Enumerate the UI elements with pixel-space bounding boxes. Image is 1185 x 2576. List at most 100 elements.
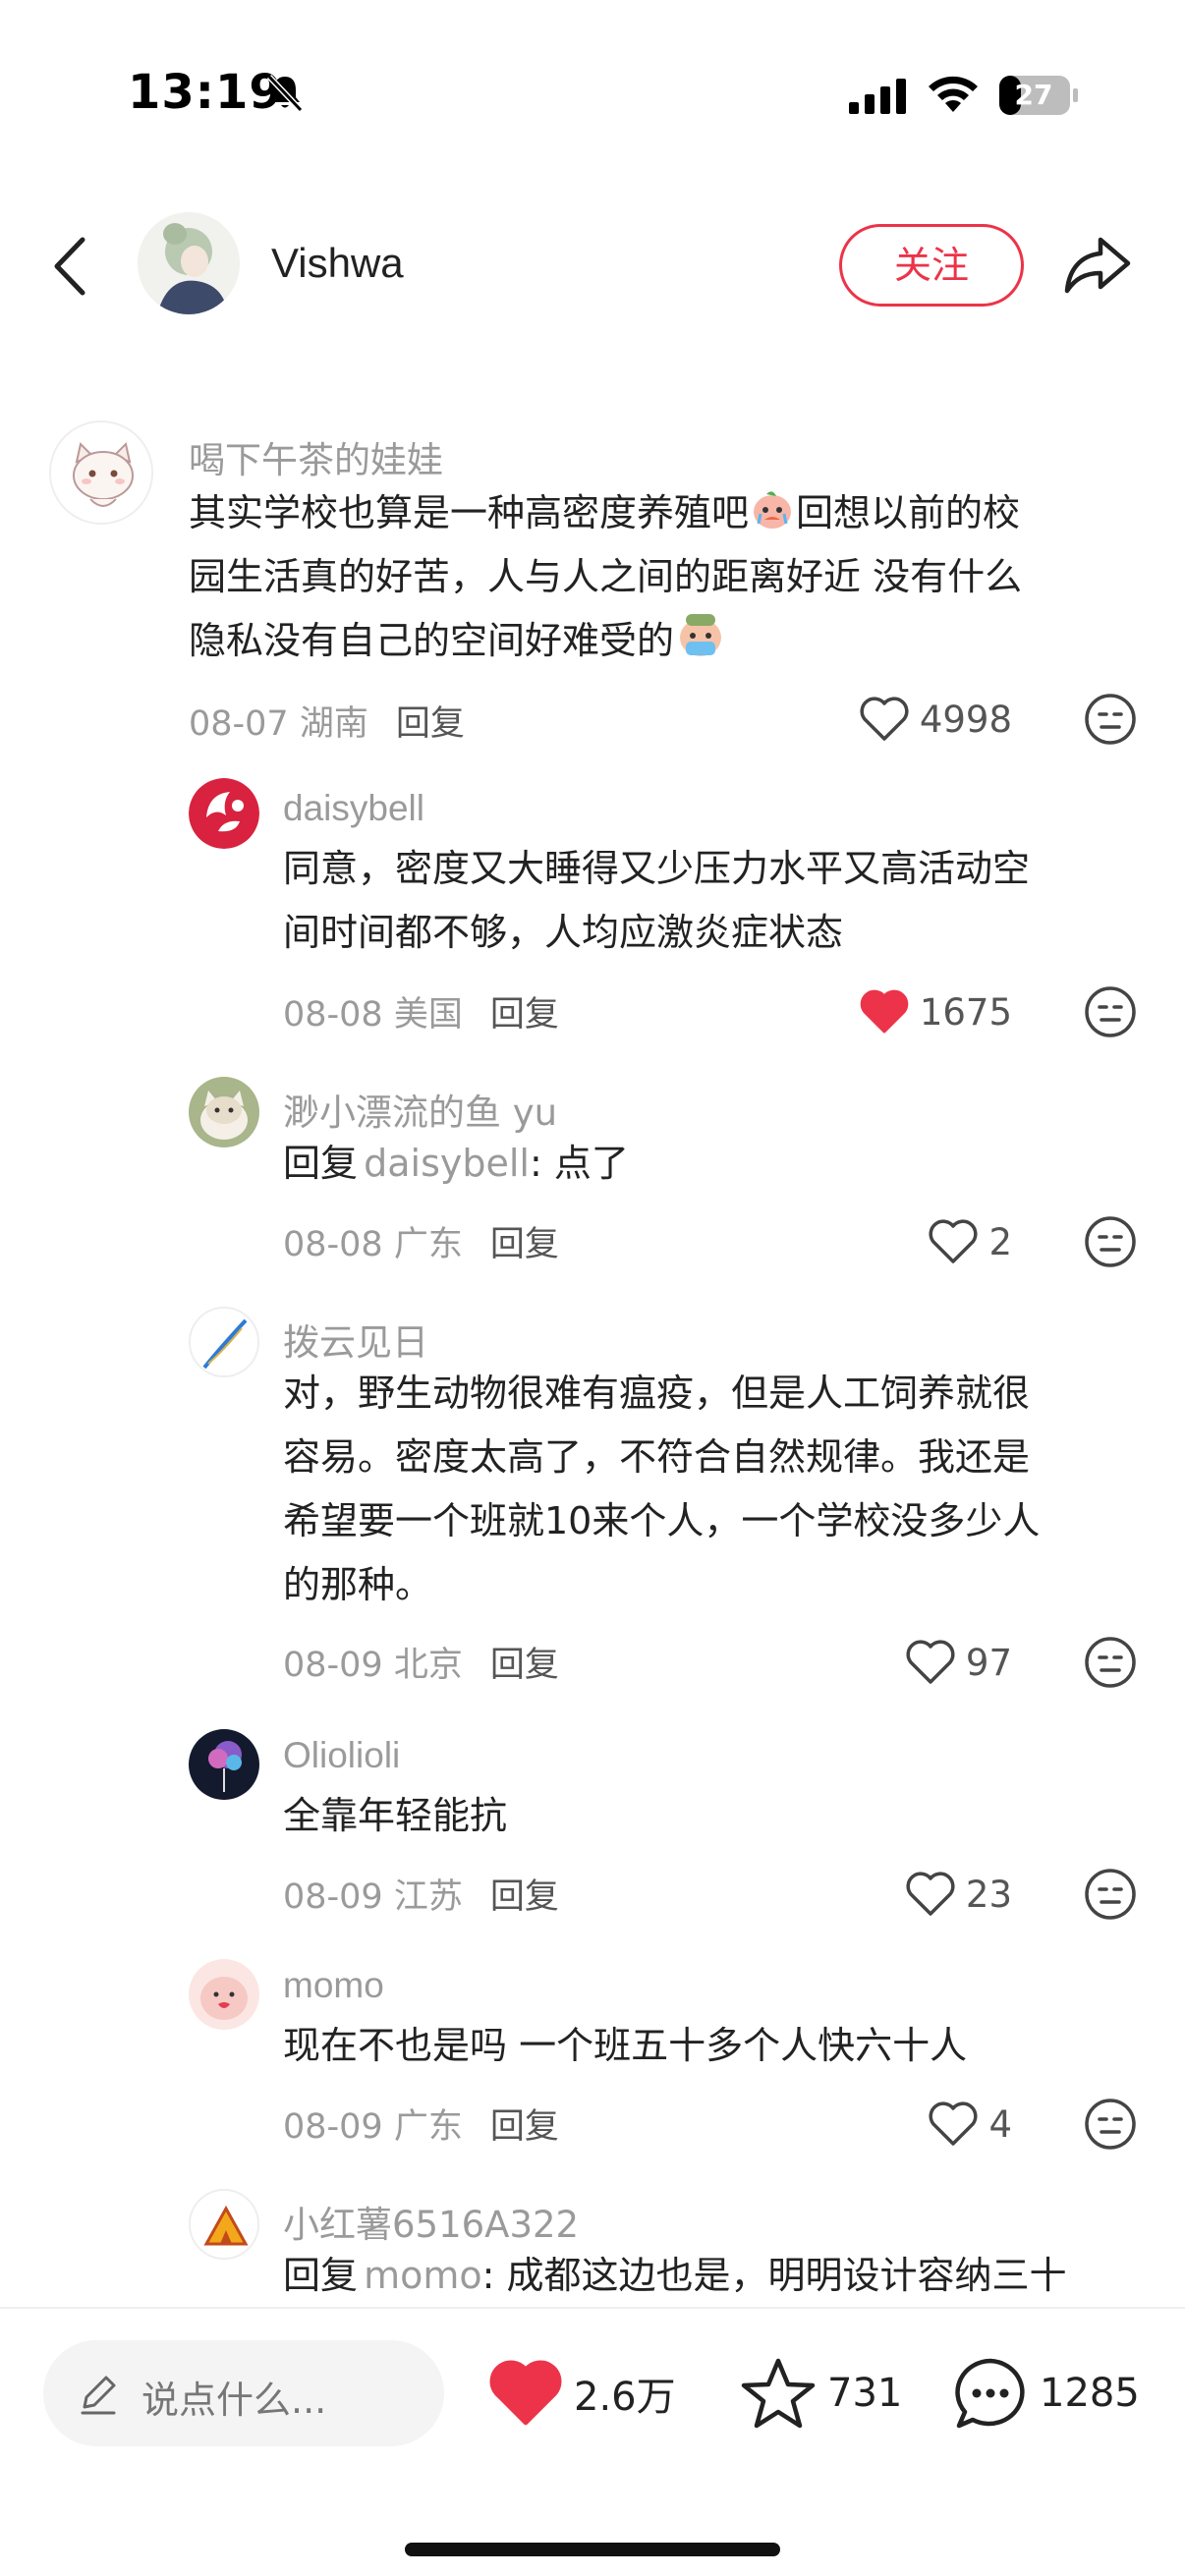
like-count: 4 bbox=[988, 2102, 1012, 2146]
comment-text-line: 间时间都不够，人均应激炎症状态 bbox=[283, 911, 844, 954]
date-location: 08-09 广东 bbox=[283, 2107, 463, 2147]
reply-button[interactable]: 回复 bbox=[490, 2107, 559, 2147]
star-icon bbox=[741, 2358, 816, 2429]
home-indicator[interactable] bbox=[405, 2543, 780, 2556]
like-button[interactable]: 97 bbox=[806, 1633, 1012, 1692]
comment-input-placeholder: 说点什么... bbox=[141, 2379, 327, 2422]
dislike-face-icon[interactable] bbox=[1083, 692, 1138, 747]
avatar[interactable] bbox=[189, 1077, 259, 1148]
status-time: 13:19 bbox=[128, 65, 283, 120]
post-like-count: 2.6万 bbox=[574, 2375, 676, 2420]
date-location: 08-07 湖南 bbox=[189, 704, 368, 744]
comment-meta: 08-09 广东 回复 bbox=[283, 2099, 559, 2149]
wifi-icon bbox=[929, 76, 978, 112]
share-icon[interactable] bbox=[1061, 230, 1134, 299]
comment-text-line: 容易。密度太高了，不符合自然规律。我还是 bbox=[283, 1435, 1031, 1479]
comments-button[interactable]: 1285 bbox=[951, 2348, 1140, 2438]
comment-meta: 08-09 北京 回复 bbox=[283, 1637, 559, 1687]
comment-author[interactable]: 渺小漂流的鱼 yu bbox=[283, 1083, 557, 1136]
date-location: 08-08 美国 bbox=[283, 995, 463, 1035]
cellular-signal-icon bbox=[849, 79, 906, 114]
comment-text-line: 全靠年轻能抗 bbox=[283, 1794, 508, 1837]
dislike-face-icon[interactable] bbox=[1083, 1635, 1138, 1690]
comment-text: 回复 momo: 成都这边也是，明明设计容纳三十 bbox=[283, 2244, 1148, 2307]
like-button[interactable]: 4 bbox=[806, 2095, 1012, 2154]
like-post-button[interactable]: 2.6万 bbox=[487, 2348, 676, 2438]
comment-meta: 08-08 广东 回复 bbox=[283, 1216, 559, 1266]
reply-button[interactable]: 回复 bbox=[490, 995, 559, 1035]
comment-author[interactable]: 小红薯6516A322 bbox=[283, 2195, 579, 2248]
dislike-face-icon[interactable] bbox=[1083, 1214, 1138, 1269]
avatar[interactable] bbox=[189, 1307, 259, 1377]
comment-text: 现在不也是吗 一个班五十多个人快六十人 bbox=[283, 2014, 1128, 2078]
comment-bubble-icon bbox=[955, 2358, 1025, 2429]
comment-text-line: 对，野生动物很难有瘟疫，但是人工饲养就很 bbox=[283, 1372, 1031, 1415]
heart-filled-icon bbox=[489, 2360, 562, 2426]
author-avatar[interactable] bbox=[138, 212, 240, 314]
comment-author[interactable]: 喝下午茶的娃娃 bbox=[189, 430, 443, 483]
avatar[interactable] bbox=[49, 420, 153, 525]
dislike-face-icon[interactable] bbox=[1083, 2097, 1138, 2152]
heart-icon bbox=[860, 697, 909, 741]
like-count: 2 bbox=[988, 1220, 1012, 1263]
comment-author[interactable]: 拨云见日 bbox=[283, 1313, 428, 1366]
reply-button[interactable]: 回复 bbox=[490, 1225, 559, 1264]
avatar[interactable] bbox=[189, 1729, 259, 1800]
reply-button[interactable]: 回复 bbox=[490, 1877, 559, 1917]
dislike-face-icon[interactable] bbox=[1083, 984, 1138, 1039]
date-location: 08-09 北京 bbox=[283, 1646, 463, 1685]
comment-text-line: 回想以前的校 bbox=[796, 491, 1021, 534]
comment-count: 1285 bbox=[1040, 2371, 1140, 2416]
comment-item: 小红薯6516A322 回复 momo: 成都这边也是，明明设计容纳三十 bbox=[0, 2185, 1185, 2307]
comment-text-line: 隐私没有自己的空间好难受的 bbox=[189, 619, 675, 662]
comment-author[interactable]: Oliolioli bbox=[283, 1735, 400, 1776]
back-arrow-icon[interactable] bbox=[45, 232, 96, 301]
bottom-action-bar: 说点什么... 2.6万 731 1285 bbox=[0, 2307, 1185, 2576]
comment-text-line: 现在不也是吗 一个班五十多个人快六十人 bbox=[283, 2024, 968, 2067]
heart-icon bbox=[929, 1219, 978, 1263]
comment-text: 对，野生动物很难有瘟疫，但是人工饲养就很 容易。密度太高了，不符合自然规律。我还… bbox=[283, 1362, 1148, 1617]
comment-input[interactable]: 说点什么... bbox=[43, 2340, 444, 2446]
avatar[interactable] bbox=[189, 2189, 259, 2260]
comment-meta: 08-07 湖南 回复 bbox=[189, 696, 465, 746]
status-bar: 13:19 27 bbox=[0, 0, 1185, 187]
like-button[interactable]: 2 bbox=[806, 1212, 1012, 1271]
reply-button[interactable]: 回复 bbox=[490, 1646, 559, 1685]
follow-button[interactable]: 关注 bbox=[839, 224, 1024, 307]
like-count: 1675 bbox=[919, 990, 1012, 1034]
comment-text: 同意，密度又大睡得又少压力水平又高活动空 间时间都不够，人均应激炎症状态 bbox=[283, 837, 1128, 965]
reply-to-user[interactable]: momo bbox=[364, 2254, 482, 2297]
date-location: 08-09 江苏 bbox=[283, 1877, 463, 1917]
heart-icon bbox=[906, 1872, 955, 1916]
comment-author[interactable]: daisybell bbox=[283, 788, 424, 829]
avatar[interactable] bbox=[189, 1959, 259, 2030]
avatar[interactable] bbox=[189, 778, 259, 849]
comment-meta: 08-09 江苏 回复 bbox=[283, 1869, 559, 1919]
author-name[interactable]: Vishwa bbox=[271, 240, 404, 287]
comment-text-line: 的那种。 bbox=[283, 1563, 433, 1606]
comment-text-line: : 成都这边也是，明明设计容纳三十 bbox=[481, 2254, 1067, 2297]
reply-to-user[interactable]: daisybell bbox=[364, 1142, 530, 1185]
reply-button[interactable]: 回复 bbox=[396, 704, 465, 744]
crying-emoji-icon bbox=[676, 612, 725, 661]
like-button[interactable]: 1675 bbox=[806, 982, 1012, 1041]
pencil-icon bbox=[81, 2376, 116, 2415]
comment-text-line: 园生活真的好苦，人与人之间的距离好近 没有什么 bbox=[189, 555, 1023, 598]
comment-text: 其实学校也算是一种高密度养殖吧 回想以前的校 园生活真的好苦，人与人之间的距离好近… bbox=[189, 481, 1132, 673]
battery-level: 27 bbox=[1014, 79, 1053, 111]
comment-author[interactable]: momo bbox=[283, 1965, 384, 2006]
reply-prefix: 回复 bbox=[283, 2254, 359, 2297]
collect-button[interactable]: 731 bbox=[739, 2348, 902, 2438]
heart-icon bbox=[929, 2101, 978, 2146]
heart-filled-icon bbox=[860, 989, 909, 1034]
comment-meta: 08-08 美国 回复 bbox=[283, 986, 559, 1036]
reply-prefix: 回复 bbox=[283, 1142, 359, 1185]
like-button[interactable]: 4998 bbox=[806, 690, 1012, 749]
comment-text-line: : 点了 bbox=[529, 1142, 629, 1185]
like-count: 23 bbox=[965, 1873, 1012, 1916]
date-location: 08-08 广东 bbox=[283, 1225, 463, 1264]
bell-muted-icon bbox=[266, 74, 304, 113]
like-button[interactable]: 23 bbox=[806, 1865, 1012, 1924]
dislike-face-icon[interactable] bbox=[1083, 1867, 1138, 1922]
comment-text-line: 希望要一个班就10来个人，一个学校没多少人 bbox=[283, 1499, 1041, 1542]
